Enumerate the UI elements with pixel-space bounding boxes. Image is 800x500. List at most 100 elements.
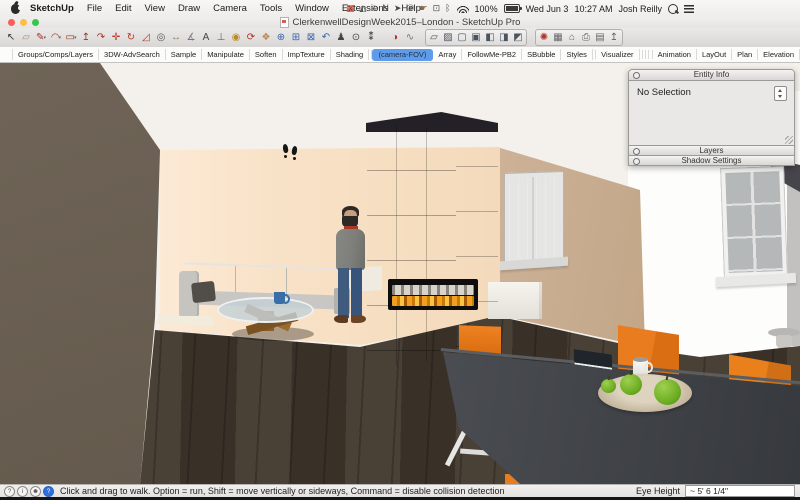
- orbit-tool-icon[interactable]: ⟳: [244, 31, 258, 45]
- visualizer-tool-icon[interactable]: ✺: [537, 31, 551, 45]
- tab-sample[interactable]: Sample: [166, 49, 203, 60]
- eraser-tool-icon[interactable]: ▱: [19, 31, 33, 45]
- app-grid-icon[interactable]: ▦: [346, 0, 355, 17]
- monochrome-style-icon[interactable]: ◩: [511, 31, 525, 45]
- entity-info-detail-toggle[interactable]: [774, 86, 787, 101]
- zoom-window-tool-icon[interactable]: ⊞: [289, 31, 303, 45]
- bluetooth-icon[interactable]: ᛒ: [445, 0, 450, 17]
- zoom-tool-icon[interactable]: ⊕: [274, 31, 288, 45]
- follow-me-tool-icon[interactable]: ↷: [94, 31, 108, 45]
- tab-sbubble[interactable]: SBubble: [522, 49, 562, 60]
- instructor-circle-icon[interactable]: ☻: [30, 485, 41, 497]
- airplay-icon[interactable]: ⊡: [433, 0, 441, 17]
- question-circle-icon[interactable]: ?: [43, 485, 54, 497]
- menu-file[interactable]: File: [87, 3, 102, 14]
- back-edges-style-icon[interactable]: ▨: [441, 31, 455, 45]
- tab-camera-fov[interactable]: (camera-FOV): [372, 48, 434, 61]
- previous-view-icon[interactable]: ↶: [319, 31, 333, 45]
- menu-tools[interactable]: Tools: [260, 3, 282, 14]
- look-around-icon[interactable]: ⊙: [349, 31, 363, 45]
- panel-close-button[interactable]: [633, 158, 640, 165]
- shadow-settings-panel-bar[interactable]: Shadow Settings: [628, 156, 795, 166]
- eye-height-input[interactable]: ~ 5' 6 1/4": [685, 485, 795, 497]
- export-icon[interactable]: ↥: [607, 31, 621, 45]
- menu-user[interactable]: Josh Reilly: [618, 4, 662, 14]
- tab-soften[interactable]: Soften: [250, 49, 283, 60]
- layers-panel-bar[interactable]: Layers: [628, 146, 795, 156]
- page-setup-icon[interactable]: ▤: [593, 31, 607, 45]
- info-circle-icon[interactable]: i: [17, 485, 28, 497]
- home-view-icon[interactable]: ⌂: [565, 31, 579, 45]
- menu-view[interactable]: View: [145, 3, 165, 14]
- tape-measure-tool-icon[interactable]: ↔: [169, 31, 183, 45]
- menu-camera[interactable]: Camera: [213, 3, 247, 14]
- paint-bucket-tool-icon[interactable]: ◉: [229, 31, 243, 45]
- x-ray-style-icon[interactable]: ▱: [427, 31, 441, 45]
- protractor-tool-icon[interactable]: ∡: [184, 31, 198, 45]
- tab-followme-pb2[interactable]: FollowMe-PB2: [462, 49, 523, 60]
- push-pull-tool-icon[interactable]: ↥: [79, 31, 93, 45]
- shadows-toggle-icon[interactable]: ◑: [388, 31, 402, 45]
- tab-visualizer[interactable]: Visualizer: [596, 49, 640, 60]
- line-tool-icon[interactable]: ✎ ▾: [34, 31, 48, 45]
- tab-layout[interactable]: LayOut: [697, 49, 733, 60]
- tab-elevation[interactable]: Elevation: [758, 49, 800, 60]
- arc-tool-icon[interactable]: ◠ ▾: [49, 31, 63, 45]
- app-bird-icon[interactable]: ➤: [394, 0, 402, 17]
- orange-chair-seat: [505, 474, 520, 484]
- panel-close-button[interactable]: [633, 72, 640, 79]
- pan-tool-icon[interactable]: ❖: [259, 31, 273, 45]
- select-tool-icon[interactable]: ↖: [4, 31, 18, 45]
- wireframe-style-icon[interactable]: ▢: [455, 31, 469, 45]
- component-tool-icon[interactable]: ▦: [551, 31, 565, 45]
- offset-tool-icon[interactable]: ◎: [154, 31, 168, 45]
- panel-resize-handle[interactable]: [785, 136, 793, 144]
- tab-styles[interactable]: Styles: [561, 49, 593, 60]
- menu-edit[interactable]: Edit: [115, 3, 131, 14]
- position-camera-icon[interactable]: ♟: [334, 31, 348, 45]
- move-tool-icon[interactable]: ✛: [109, 31, 123, 45]
- tab-imptexture[interactable]: ImpTexture: [283, 49, 331, 60]
- coffee-table-base: [258, 311, 274, 331]
- rectangle-tool-icon[interactable]: ▭ ▾: [64, 31, 78, 45]
- menu-draw[interactable]: Draw: [178, 3, 200, 14]
- menu-date[interactable]: Wed Jun 3: [526, 4, 569, 14]
- axes-tool-icon[interactable]: ⊥: [214, 31, 228, 45]
- app-hand-icon[interactable]: ☛: [420, 0, 428, 17]
- print-icon[interactable]: ⎙: [579, 31, 593, 45]
- walk-tool-icon[interactable]: ⁑: [364, 31, 378, 45]
- eye-height-label: Eye Height: [635, 486, 680, 496]
- tab-3dw-advsearch[interactable]: 3DW-AdvSearch: [99, 49, 166, 60]
- panel-close-button[interactable]: [633, 148, 640, 155]
- 3d-viewport[interactable]: Entity Info No Selection Layers Shadow S…: [0, 63, 800, 484]
- menu-window[interactable]: Window: [295, 3, 329, 14]
- wifi-icon[interactable]: [456, 4, 469, 13]
- tab-shading[interactable]: Shading: [331, 49, 370, 60]
- app-n-icon[interactable]: N: [382, 0, 389, 17]
- toolbar-end-group: ✺ ▦ ⌂ ⎙ ▤ ↥: [535, 29, 623, 46]
- zoom-extents-tool-icon[interactable]: ⊠: [304, 31, 318, 45]
- entity-info-titlebar[interactable]: Entity Info: [628, 69, 795, 81]
- menu-sketchup[interactable]: SketchUp: [30, 3, 74, 14]
- tab-manipulate[interactable]: Manipulate: [202, 49, 250, 60]
- fog-toggle-icon[interactable]: ∿: [403, 31, 417, 45]
- spotlight-search-icon[interactable]: [668, 3, 678, 14]
- notification-center-icon[interactable]: [684, 4, 694, 13]
- textured-style-icon[interactable]: ◨: [497, 31, 511, 45]
- app-five-icon[interactable]: ⑤: [406, 0, 414, 17]
- tab-animation[interactable]: Animation: [653, 49, 697, 60]
- tab-groups-comps-layers[interactable]: Groups/Comps/Layers: [12, 49, 100, 60]
- orange-chair: [618, 325, 679, 380]
- scale-tool-icon[interactable]: ◿: [139, 31, 153, 45]
- shaded-style-icon[interactable]: ◧: [483, 31, 497, 45]
- help-circle-icon[interactable]: ?: [4, 485, 15, 497]
- menu-time[interactable]: 10:27 AM: [574, 4, 612, 14]
- app-play-icon[interactable]: ◭: [360, 0, 367, 17]
- bell-icon[interactable]: ⍾: [371, 0, 377, 17]
- apple-menu-icon[interactable]: [11, 3, 22, 14]
- text-tool-icon[interactable]: A: [199, 31, 213, 45]
- rotate-tool-icon[interactable]: ↻: [124, 31, 138, 45]
- hidden-line-style-icon[interactable]: ▣: [469, 31, 483, 45]
- tab-plan[interactable]: Plan: [732, 49, 759, 60]
- tab-array[interactable]: Array: [433, 49, 463, 60]
